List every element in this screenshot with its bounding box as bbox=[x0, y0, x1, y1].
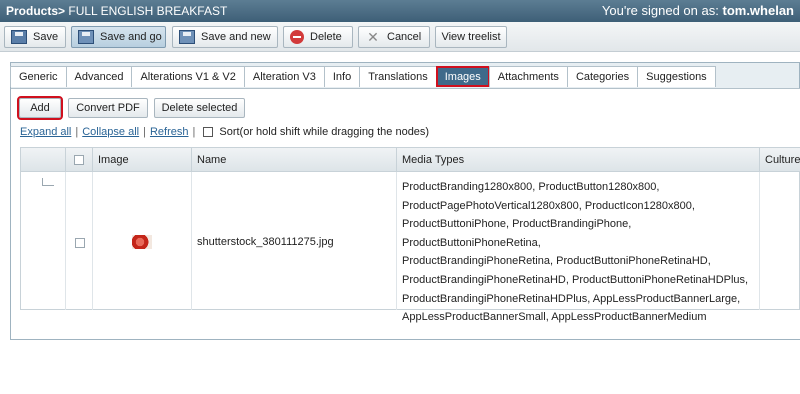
tab-alteration-v3[interactable]: Alteration V3 bbox=[243, 66, 325, 87]
media-types-line: AppLessProductBannerSmall, AppLessProduc… bbox=[402, 311, 707, 324]
section-label: Products> bbox=[6, 4, 66, 18]
tab-attachments[interactable]: Attachments bbox=[488, 66, 568, 87]
expand-all-link[interactable]: Expand all bbox=[20, 126, 71, 138]
tab-generic[interactable]: Generic bbox=[10, 66, 67, 87]
header-name[interactable]: Name bbox=[192, 148, 397, 172]
image-thumbnail[interactable] bbox=[132, 235, 152, 249]
refresh-link[interactable]: Refresh bbox=[150, 126, 189, 138]
signed-on-info: You're signed on as: tom.whelan bbox=[602, 3, 794, 18]
save-icon bbox=[11, 30, 27, 44]
media-types-line: ProductBrandingiPhoneRetinaHDPlus, AppLe… bbox=[402, 292, 741, 305]
tab-advanced[interactable]: Advanced bbox=[65, 66, 133, 87]
username: tom.whelan bbox=[722, 3, 794, 18]
tab-strip: Generic Advanced Alterations V1 & V2 Alt… bbox=[10, 66, 716, 88]
sort-label: Sort(or hold shift while dragging the no… bbox=[219, 126, 430, 138]
collapse-all-link[interactable]: Collapse all bbox=[82, 126, 139, 138]
tab-images[interactable]: Images bbox=[435, 66, 490, 87]
link-separator: | bbox=[192, 126, 196, 138]
page-title: Products> FULL ENGLISH BREAKFAST bbox=[6, 4, 227, 18]
header-tree-column bbox=[21, 148, 66, 172]
save-and-new-icon bbox=[179, 30, 195, 44]
row-tree-cell bbox=[21, 172, 66, 310]
delete-icon bbox=[290, 30, 304, 44]
cancel-button[interactable]: ✕ Cancel bbox=[358, 26, 430, 48]
sort-checkbox[interactable] bbox=[203, 127, 214, 137]
media-types-line: ProductButtoniPhone, ProductBrandingiPho… bbox=[402, 218, 632, 249]
cancel-icon: ✕ bbox=[367, 29, 379, 45]
convert-pdf-button[interactable]: Convert PDF bbox=[68, 98, 148, 118]
media-types-line: ProductBranding1280x800, ProductButton12… bbox=[402, 181, 660, 193]
images-grid: Image Name Media Types Cultures shutters… bbox=[20, 147, 800, 323]
item-name: FULL ENGLISH BREAKFAST bbox=[68, 4, 228, 18]
link-separator: | bbox=[75, 126, 79, 138]
cancel-label: Cancel bbox=[387, 31, 422, 43]
row-checkbox[interactable] bbox=[75, 238, 85, 248]
header-cultures[interactable]: Cultures bbox=[760, 148, 800, 172]
media-types-line: ProductBrandingiPhoneRetina, ProductButt… bbox=[402, 255, 711, 268]
tree-links: Expand all | Collapse all | Refresh | So… bbox=[20, 126, 429, 138]
file-name: shutterstock_380111275.jpg bbox=[197, 236, 334, 248]
header-select-all bbox=[66, 148, 93, 172]
grid-header: Image Name Media Types Cultures bbox=[21, 148, 800, 172]
save-and-new-button[interactable]: Save and new bbox=[172, 26, 278, 48]
save-and-go-icon bbox=[78, 30, 94, 44]
tab-translations[interactable]: Translations bbox=[359, 66, 437, 87]
link-separator: | bbox=[143, 126, 146, 138]
media-types-list: ProductBranding1280x800, ProductButton12… bbox=[402, 178, 762, 327]
save-and-new-label: Save and new bbox=[201, 31, 271, 43]
select-all-checkbox[interactable] bbox=[74, 155, 84, 165]
tab-info[interactable]: Info bbox=[323, 66, 361, 87]
tab-categories[interactable]: Categories bbox=[566, 66, 639, 87]
tab-alterations-v1-v2[interactable]: Alterations V1 & V2 bbox=[131, 66, 245, 87]
signed-on-label: You're signed on as: bbox=[601, 3, 719, 18]
save-and-go-button[interactable]: Save and go bbox=[71, 26, 166, 48]
delete-label: Delete bbox=[310, 31, 342, 43]
header-media-types[interactable]: Media Types bbox=[397, 148, 760, 172]
save-and-go-label: Save and go bbox=[100, 31, 162, 43]
tree-node-connector bbox=[42, 178, 54, 186]
title-bar: Products> FULL ENGLISH BREAKFAST You're … bbox=[0, 0, 800, 22]
save-label: Save bbox=[33, 31, 59, 43]
toolbar: Save Save and go Save and new Delete ✕ C… bbox=[0, 22, 800, 52]
add-button[interactable]: Add bbox=[17, 96, 63, 120]
tab-suggestions[interactable]: Suggestions bbox=[637, 66, 716, 87]
view-treelist-button[interactable]: View treelist bbox=[435, 26, 507, 48]
panel-bottom-border bbox=[11, 339, 800, 340]
media-types-line: ProductBrandingiPhoneRetinaHD, ProductBu… bbox=[402, 273, 749, 286]
view-treelist-label: View treelist bbox=[441, 31, 501, 43]
delete-selected-button[interactable]: Delete selected bbox=[154, 98, 245, 118]
header-image[interactable]: Image bbox=[93, 148, 192, 172]
media-types-line: ProductPagePhotoVertical1280x800, Produc… bbox=[402, 199, 695, 212]
delete-button[interactable]: Delete bbox=[283, 26, 353, 48]
save-button[interactable]: Save bbox=[4, 26, 66, 48]
